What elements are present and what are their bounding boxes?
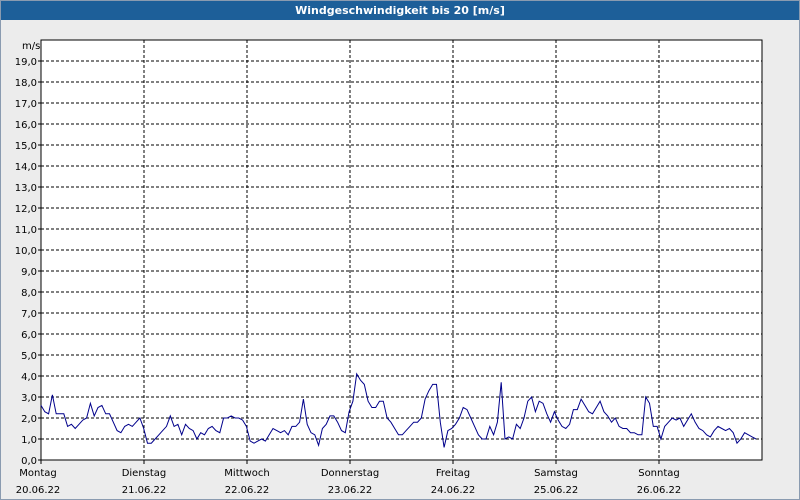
x-tick-day-label: Montag xyxy=(19,468,56,479)
x-tick-date-label: 24.06.22 xyxy=(431,485,476,496)
y-tick-label: 5,0 xyxy=(21,351,37,362)
x-tick-day-label: Sonntag xyxy=(638,468,680,479)
y-axis-unit-label: m/s xyxy=(22,41,40,52)
y-tick-label: 11,0 xyxy=(15,225,37,236)
y-tick-label: 7,0 xyxy=(21,309,37,320)
y-tick-label: 13,0 xyxy=(15,183,37,194)
x-tick-date-label: 23.06.22 xyxy=(328,485,373,496)
y-tick-label: 6,0 xyxy=(21,330,37,341)
y-tick-label: 15,0 xyxy=(15,141,37,152)
y-axis-ticks: 0,0 1,0 2,0 3,0 4,0 5,0 6,0 7,0 8,0 9,0 10,0 11,0 12… xyxy=(15,57,41,467)
x-tick-date-label: 20.06.22 xyxy=(16,485,61,496)
x-tick-day-label: Mittwoch xyxy=(224,468,269,479)
x-tick-date-label: 26.06.22 xyxy=(637,485,682,496)
y-tick-label: 9,0 xyxy=(21,267,37,278)
x-axis-ticks: Montag 20.06.22 Dienstag 21.06.22 Mittwoch 22… xyxy=(16,460,682,496)
y-tick-label: 0,0 xyxy=(21,456,37,467)
chart-svg: 0,0 1,0 2,0 3,0 4,0 5,0 6,0 7,0 8,0 9,0 10,0 11,0 12… xyxy=(15,39,763,496)
x-tick-date-label: 22.06.22 xyxy=(225,485,270,496)
x-tick-date-label: 25.06.22 xyxy=(534,485,579,496)
x-tick-day-label: Donnerstag xyxy=(321,468,379,479)
y-tick-label: 3,0 xyxy=(21,393,37,404)
y-tick-label: 4,0 xyxy=(21,372,37,383)
y-tick-label: 16,0 xyxy=(15,120,37,131)
y-tick-label: 14,0 xyxy=(15,162,37,173)
x-tick-date-label: 21.06.22 xyxy=(122,485,167,496)
y-tick-label: 18,0 xyxy=(15,78,37,89)
x-tick-day-label: Samstag xyxy=(534,468,578,479)
x-tick-day-label: Dienstag xyxy=(122,468,167,479)
y-tick-label: 8,0 xyxy=(21,288,37,299)
y-tick-label: 2,0 xyxy=(21,414,37,425)
y-tick-label: 12,0 xyxy=(15,204,37,215)
y-tick-label: 1,0 xyxy=(21,435,37,446)
y-tick-label: 17,0 xyxy=(15,99,37,110)
y-tick-label: 10,0 xyxy=(15,246,37,257)
x-tick-day-label: Freitag xyxy=(436,468,470,479)
y-tick-label: 19,0 xyxy=(15,57,37,68)
